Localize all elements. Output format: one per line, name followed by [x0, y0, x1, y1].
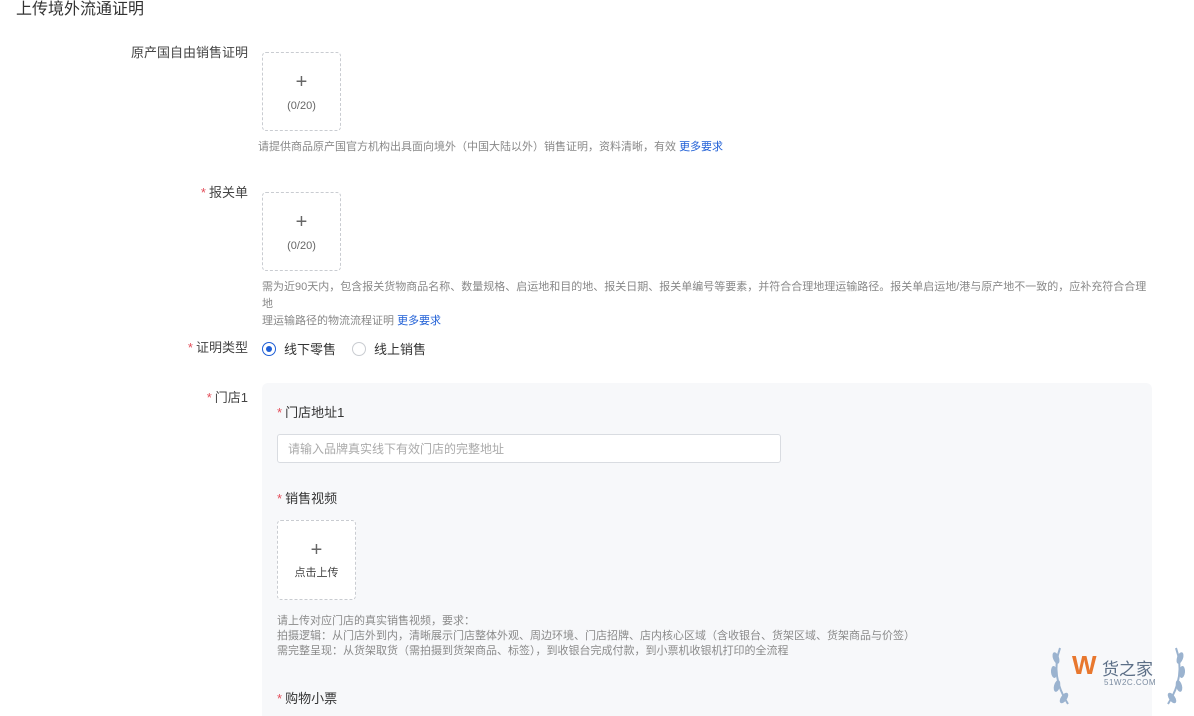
upload-text: 点击上传 [294, 567, 339, 579]
customs-hint: 需为近90天内，包含报关货物商品名称、数量规格、启运地和目的地、报关日期、报关单… [262, 281, 1147, 327]
free-sale-upload-button[interactable]: + (0/20) [262, 52, 341, 131]
proof-type-radio-group: 线下零售 线上销售 [262, 339, 442, 358]
plus-icon: + [295, 210, 308, 233]
customs-upload-button[interactable]: + (0/20) [262, 192, 341, 271]
required-mark: * [277, 491, 283, 506]
plus-icon: + [295, 70, 308, 93]
sales-video-label: * 销售视频 [277, 491, 338, 506]
radio-online-sales[interactable]: 线上销售 [352, 339, 426, 358]
required-mark: * [206, 390, 212, 405]
free-sale-more-link[interactable]: 更多要求 [679, 141, 723, 153]
store-label: * 门店1 [206, 390, 248, 405]
free-sale-label: 原产国自由销售证明 [130, 45, 248, 60]
upload-count: (0/20) [287, 239, 316, 252]
store-address-input[interactable] [277, 434, 781, 463]
required-mark: * [277, 405, 283, 420]
customs-label: * 报关单 [200, 185, 248, 200]
required-mark: * [277, 691, 283, 706]
store-panel [262, 383, 1152, 716]
required-mark: * [200, 185, 206, 200]
radio-unchecked-icon[interactable] [352, 341, 367, 356]
free-sale-hint: 请提供商品原产国官方机构出具面向境外（中国大陆以外）销售证明，资料清晰，有效 更… [258, 141, 724, 153]
proof-type-label: * 证明类型 [187, 340, 248, 355]
section-title: 上传境外流通证明 [16, 1, 145, 18]
customs-more-link[interactable]: 更多要求 [397, 315, 441, 327]
sales-video-upload-button[interactable]: + 点击上传 [277, 520, 356, 600]
plus-icon: + [310, 539, 323, 561]
store-address-label: * 门店地址1 [277, 405, 345, 420]
sales-video-hint: 请上传对应门店的真实销售视频，要求： 拍摄逻辑：从门店外到内，清晰展示门店整体外… [277, 615, 915, 657]
required-mark: * [187, 340, 193, 355]
radio-checked-icon[interactable] [262, 341, 276, 356]
upload-count: (0/20) [287, 99, 316, 112]
watermark-logo: W 货之家 51W2C.COM [1048, 640, 1188, 712]
radio-offline-retail[interactable]: 线下零售 [262, 339, 336, 358]
receipt-label: * 购物小票 [277, 691, 338, 706]
